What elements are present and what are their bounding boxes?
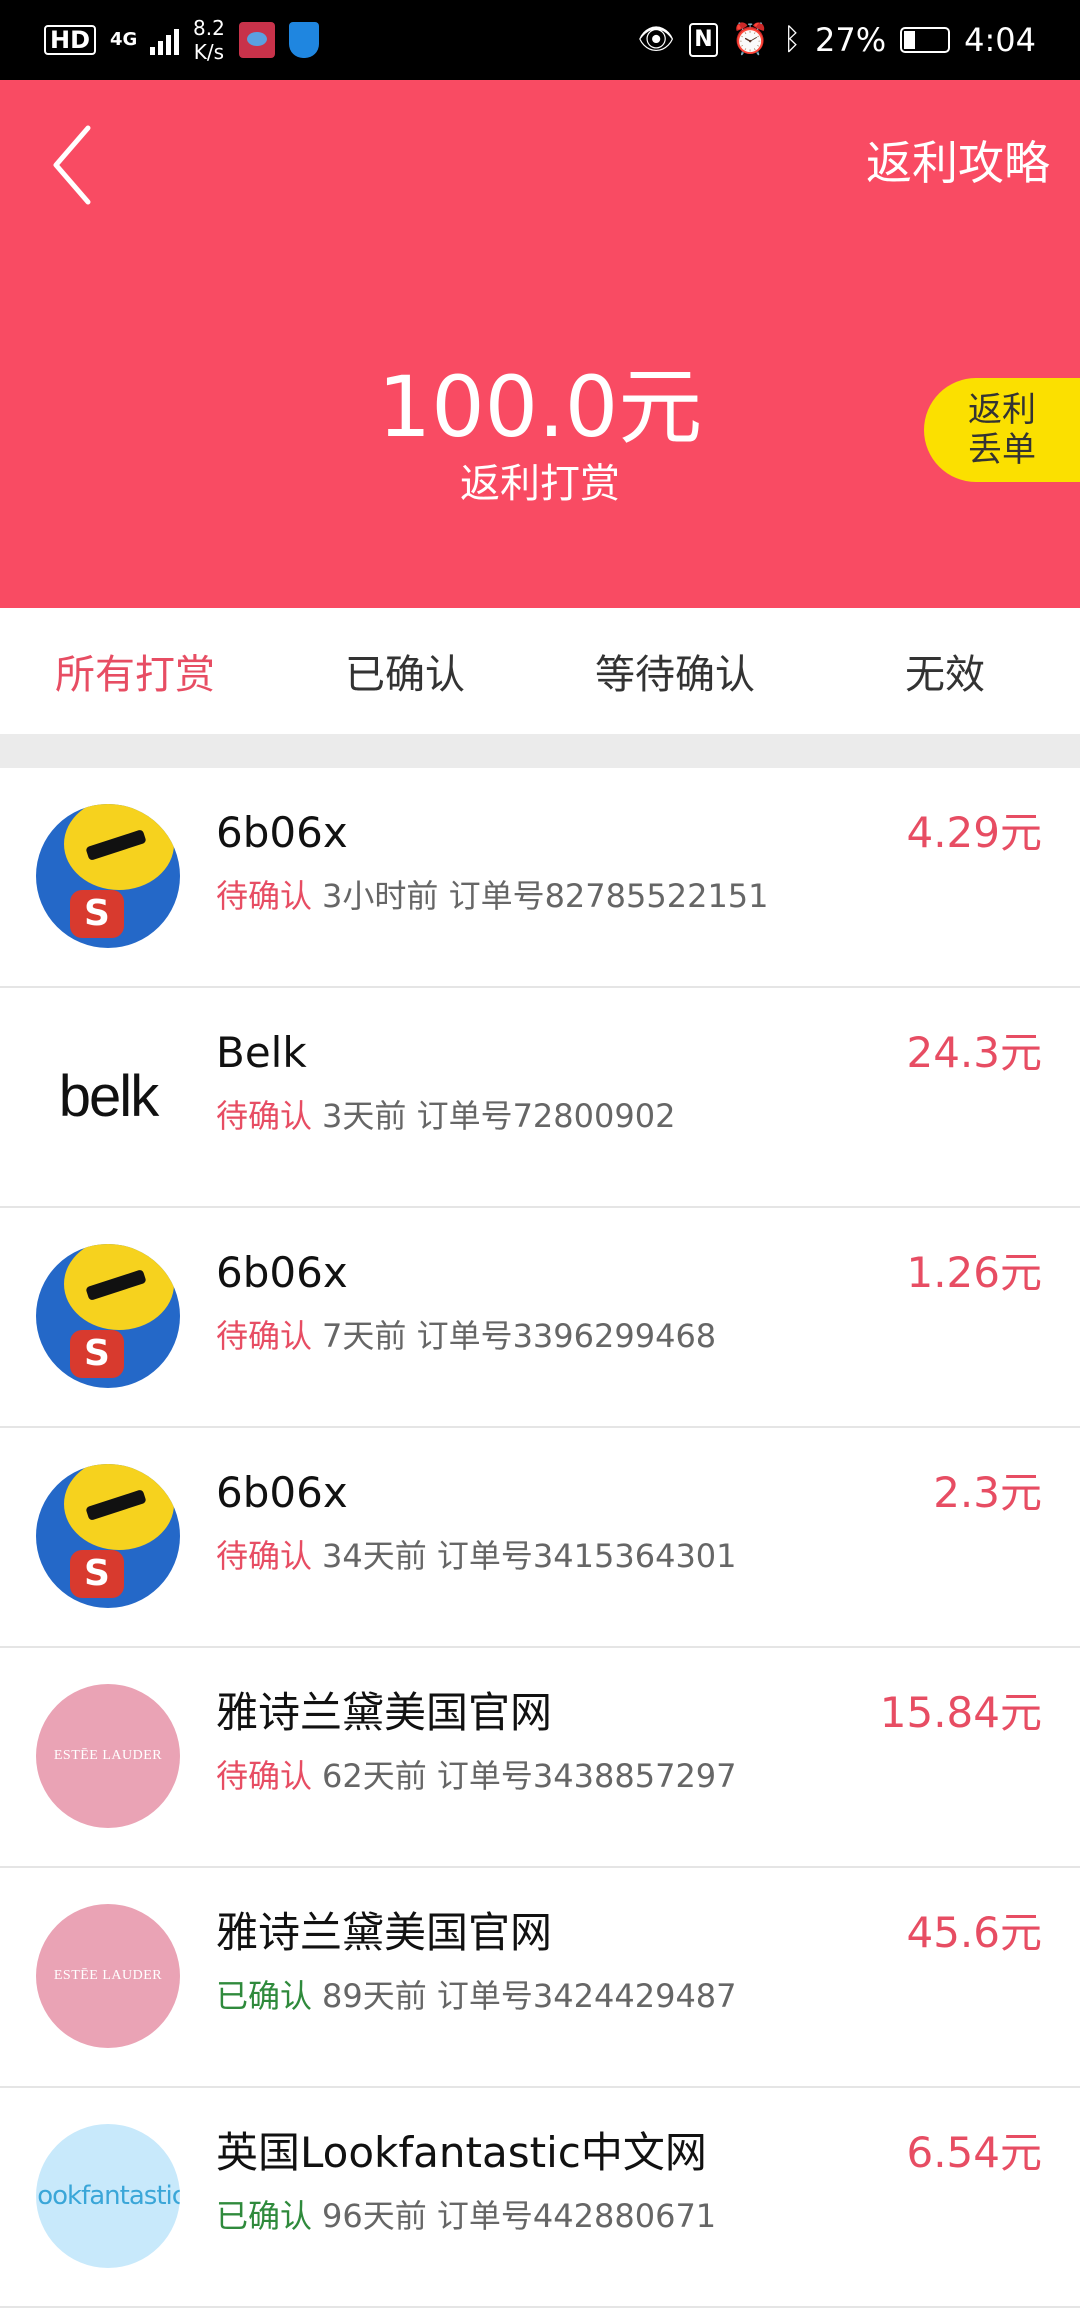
order-time: 7天前 <box>322 1317 407 1355</box>
rebate-list: S 6b06x 待确认 3小时前 订单号82785522151 4.29元 bel… <box>0 768 1080 2308</box>
order-status: 待确认 <box>216 1317 313 1355</box>
rebate-guide-link[interactable]: 返利攻略 <box>866 138 1050 188</box>
list-item[interactable]: S 6b06x 待确认 34天前 订单号3415364301 2.3元 <box>0 1428 1080 1648</box>
order-number: 订单号3424429487 <box>436 1977 737 2015</box>
list-item[interactable]: belk Belk 待确认 3天前 订单号72800902 24.3元 <box>0 988 1080 1208</box>
order-status: 待确认 <box>216 1757 313 1795</box>
store-name: 雅诗兰黛美国官网 <box>216 1688 553 1737</box>
battery-percent: 27% <box>815 21 887 59</box>
order-status: 待确认 <box>216 877 313 915</box>
lost-order-button-line2: 丢单 <box>968 430 1036 470</box>
alarm-icon: ⏰ <box>731 22 770 57</box>
order-meta: 待确认 7天前 订单号3396299468 <box>216 1316 716 1356</box>
order-number: 订单号3415364301 <box>436 1537 737 1575</box>
rebate-amount: 2.3元 <box>933 1468 1042 1517</box>
signal-icon <box>150 25 180 55</box>
store-logo-text: ESTĒE LAUDER <box>53 1748 163 1763</box>
order-number: 订单号3438857297 <box>436 1757 737 1795</box>
store-logo-avatar: ESTĒE LAUDER <box>36 1904 180 2048</box>
order-meta: 待确认 3天前 订单号72800902 <box>216 1096 675 1136</box>
order-status: 待确认 <box>216 1097 313 1135</box>
order-meta: 待确认 34天前 订单号3415364301 <box>216 1536 737 1576</box>
tab-pending[interactable]: 等待确认 <box>540 608 810 734</box>
tab-all[interactable]: 所有打赏 <box>0 608 270 734</box>
rebate-amount: 4.29元 <box>906 808 1042 857</box>
store-name: Belk <box>216 1028 307 1077</box>
order-status: 已确认 <box>216 1977 313 2015</box>
store-logo-avatar: S <box>36 1464 180 1608</box>
list-item[interactable]: S 6b06x 待确认 7天前 订单号3396299468 1.26元 <box>0 1208 1080 1428</box>
total-rebate-amount: 100.0元 <box>377 358 703 456</box>
order-number: 订单号82785522151 <box>448 877 769 915</box>
section-divider <box>0 734 1080 768</box>
hd-indicator: HD <box>44 25 97 55</box>
filter-tabs: 所有打赏 已确认 等待确认 无效 <box>0 608 1080 734</box>
order-meta: 待确认 62天前 订单号3438857297 <box>216 1756 737 1796</box>
back-button[interactable] <box>40 120 110 210</box>
lost-order-button-line1: 返利 <box>968 390 1036 430</box>
status-bar: HD 4G 8.2 K/s 👁 N ⏰ ᛒ 27% 4:04 <box>0 0 1080 80</box>
tab-invalid[interactable]: 无效 <box>810 608 1080 734</box>
order-time: 3小时前 <box>322 877 439 915</box>
order-meta: 待确认 3小时前 订单号82785522151 <box>216 876 769 916</box>
store-logo-avatar: S <box>36 804 180 948</box>
rebate-amount: 1.26元 <box>906 1248 1042 1297</box>
rebate-header: 返利攻略 100.0元 返利打赏 返利 丢单 <box>0 80 1080 608</box>
nfc-icon: N <box>689 23 718 57</box>
store-name: 6b06x <box>216 808 348 857</box>
store-name: 6b06x <box>216 1248 348 1297</box>
network-speed: 8.2 K/s <box>193 16 225 64</box>
bluetooth-icon: ᛒ <box>783 22 802 57</box>
order-number: 订单号3396299468 <box>416 1317 717 1355</box>
list-item[interactable]: ESTĒE LAUDER 雅诗兰黛美国官网 已确认 89天前 订单号3424429… <box>0 1868 1080 2088</box>
order-status: 已确认 <box>216 2197 313 2235</box>
clock: 4:04 <box>964 21 1036 59</box>
store-name: 6b06x <box>216 1468 348 1517</box>
order-time: 96天前 <box>322 2197 427 2235</box>
battery-icon <box>900 27 951 53</box>
rebate-amount: 24.3元 <box>906 1028 1042 1077</box>
tab-confirmed[interactable]: 已确认 <box>270 608 540 734</box>
store-logo-text: ESTĒE LAUDER <box>53 1968 163 1983</box>
order-time: 62天前 <box>322 1757 427 1795</box>
store-logo-avatar: ESTĒE LAUDER <box>36 1684 180 1828</box>
order-time: 89天前 <box>322 1977 427 2015</box>
network-type: 4G <box>110 29 138 50</box>
store-name: 雅诗兰黛美国官网 <box>216 1908 553 1957</box>
store-logo-avatar: S <box>36 1244 180 1388</box>
order-number: 订单号442880671 <box>436 2197 717 2235</box>
shield-notification-icon <box>288 22 319 58</box>
list-item[interactable]: ESTĒE LAUDER 雅诗兰黛美国官网 待确认 62天前 订单号3438857… <box>0 1648 1080 1868</box>
back-arrow-icon <box>53 125 91 205</box>
order-meta: 已确认 96天前 订单号442880671 <box>216 2196 716 2236</box>
list-item[interactable]: lookfantastic 英国Lookfantastic中文网 已确认 96天前… <box>0 2088 1080 2308</box>
order-time: 3天前 <box>322 1097 407 1135</box>
order-number: 订单号72800902 <box>416 1097 676 1135</box>
app-notification-icon <box>238 22 275 58</box>
network-speed-unit: K/s <box>193 40 225 64</box>
store-name: 英国Lookfantastic中文网 <box>216 2128 707 2177</box>
list-item[interactable]: S 6b06x 待确认 3小时前 订单号82785522151 4.29元 <box>0 768 1080 988</box>
store-logo-avatar: belk <box>36 1024 180 1168</box>
store-logo-text: belk <box>58 1063 159 1129</box>
total-rebate-label: 返利打赏 <box>460 461 620 507</box>
order-time: 34天前 <box>322 1537 427 1575</box>
network-speed-value: 8.2 <box>193 16 225 40</box>
rebate-amount: 15.84元 <box>879 1688 1042 1737</box>
order-status: 待确认 <box>216 1537 313 1575</box>
rebate-amount: 45.6元 <box>906 1908 1042 1957</box>
lost-order-button[interactable]: 返利 丢单 <box>924 378 1080 482</box>
eye-comfort-icon: 👁 <box>637 22 676 57</box>
store-logo-text: lookfantastic <box>36 2181 180 2211</box>
order-meta: 已确认 89天前 订单号3424429487 <box>216 1976 737 2016</box>
store-logo-avatar: lookfantastic <box>36 2124 180 2268</box>
rebate-amount: 6.54元 <box>906 2128 1042 2177</box>
